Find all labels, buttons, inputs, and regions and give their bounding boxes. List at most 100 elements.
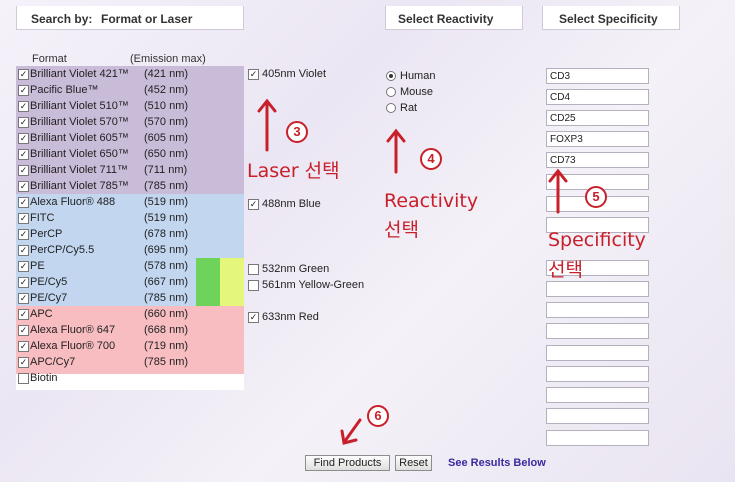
format-checkbox[interactable]: ✓ xyxy=(18,325,29,336)
format-checkbox[interactable]: ✓ xyxy=(18,245,29,256)
format-row[interactable]: ✓ Alexa Fluor® 700 (719 nm) xyxy=(16,338,244,354)
rat-radio[interactable] xyxy=(386,103,396,113)
laser-488-label: 488nm Blue xyxy=(262,198,321,210)
specificity-input[interactable] xyxy=(546,89,649,105)
format-checkbox[interactable]: ✓ xyxy=(18,229,29,240)
format-checkbox[interactable]: ✓ xyxy=(18,149,29,160)
format-emission: (578 nm) xyxy=(144,260,189,272)
format-or-laser-label: Format or Laser xyxy=(101,12,193,26)
format-checkbox[interactable]: ✓ xyxy=(18,101,29,112)
format-checkbox[interactable]: ✓ xyxy=(18,165,29,176)
specificity-input[interactable] xyxy=(546,131,649,147)
specificity-input[interactable] xyxy=(546,110,649,126)
format-row[interactable]: ✓ Pacific Blue™ (452 nm) xyxy=(16,82,244,98)
mouse-label: Mouse xyxy=(400,86,434,98)
format-row[interactable]: ✓ Brilliant Violet 711™ (711 nm) xyxy=(16,162,244,178)
format-emission: (519 nm) xyxy=(144,196,189,208)
format-row[interactable]: ✓ Brilliant Violet 510™ (510 nm) xyxy=(16,98,244,114)
laser-633-label: 633nm Red xyxy=(262,311,319,323)
format-emission: (678 nm) xyxy=(144,228,189,240)
format-row[interactable]: ✓ Brilliant Violet 650™ (650 nm) xyxy=(16,146,244,162)
find-products-button[interactable]: Find Products xyxy=(305,455,390,471)
search-header: Search by: Format or Laser xyxy=(16,6,244,30)
laser-488-checkbox[interactable]: ✓ xyxy=(248,199,259,210)
reactivity-header: Select Reactivity xyxy=(385,6,523,30)
format-name: Brilliant Violet 570™ xyxy=(30,116,129,128)
format-checkbox[interactable] xyxy=(18,373,29,384)
format-row[interactable]: ✓ PE/Cy5 (667 nm) xyxy=(16,274,244,290)
format-row[interactable]: ✓ PE/Cy7 (785 nm) xyxy=(16,290,244,306)
laser-annotation: Laser 선택 xyxy=(247,160,340,182)
format-row[interactable]: ✓ Brilliant Violet 421™ (421 nm) xyxy=(16,66,244,82)
specificity-annotation-line1: Specificity xyxy=(548,229,646,251)
format-checkbox[interactable]: ✓ xyxy=(18,213,29,224)
format-emission: (660 nm) xyxy=(144,308,189,320)
format-emission: (452 nm) xyxy=(144,84,189,96)
human-label: Human xyxy=(400,70,436,82)
format-checkbox[interactable]: ✓ xyxy=(18,341,29,352)
mouse-radio[interactable] xyxy=(386,87,396,97)
format-checkbox[interactable]: ✓ xyxy=(18,85,29,96)
format-emission: (668 nm) xyxy=(144,324,189,336)
format-row[interactable]: ✓ Brilliant Violet 785™ (785 nm) xyxy=(16,178,244,194)
format-emission: (650 nm) xyxy=(144,148,189,160)
format-name: Brilliant Violet 605™ xyxy=(30,132,129,144)
format-emission: (667 nm) xyxy=(144,276,189,288)
specificity-input[interactable] xyxy=(546,281,649,297)
laser-532-checkbox[interactable] xyxy=(248,264,259,275)
format-emission: (510 nm) xyxy=(144,100,189,112)
format-checkbox[interactable]: ✓ xyxy=(18,261,29,272)
specificity-input[interactable] xyxy=(546,387,649,403)
specificity-input[interactable] xyxy=(546,302,649,318)
specificity-header-label: Select Specificity xyxy=(559,12,658,26)
format-name: Brilliant Violet 510™ xyxy=(30,100,129,112)
specificity-input[interactable] xyxy=(546,408,649,424)
emission-column-header: (Emission max) xyxy=(130,53,206,65)
format-checkbox[interactable]: ✓ xyxy=(18,133,29,144)
format-name: PE/Cy5 xyxy=(30,276,68,288)
format-row[interactable]: ✓ Alexa Fluor® 647 (668 nm) xyxy=(16,322,244,338)
specificity-input[interactable] xyxy=(546,68,649,84)
format-checkbox[interactable]: ✓ xyxy=(18,117,29,128)
format-row[interactable]: ✓ Brilliant Violet 605™ (605 nm) xyxy=(16,130,244,146)
see-results-link[interactable]: See Results Below xyxy=(448,457,546,469)
format-name: Alexa Fluor® 488 xyxy=(30,196,116,208)
format-row[interactable]: ✓ APC/Cy7 (785 nm) xyxy=(16,354,244,370)
format-checkbox[interactable]: ✓ xyxy=(18,197,29,208)
specificity-input[interactable] xyxy=(546,152,649,168)
specificity-input[interactable] xyxy=(546,366,649,382)
human-radio[interactable] xyxy=(386,71,396,81)
laser-405-checkbox[interactable]: ✓ xyxy=(248,69,259,80)
format-row[interactable]: ✓ FITC (519 nm) xyxy=(16,210,244,226)
format-row[interactable]: ✓ Brilliant Violet 570™ (570 nm) xyxy=(16,114,244,130)
format-name: Alexa Fluor® 647 xyxy=(30,324,116,336)
format-checkbox[interactable]: ✓ xyxy=(18,69,29,80)
format-emission: (605 nm) xyxy=(144,132,189,144)
laser-561-checkbox[interactable] xyxy=(248,280,259,291)
format-emission: (570 nm) xyxy=(144,116,189,128)
laser-405-label: 405nm Violet xyxy=(262,68,327,80)
format-checkbox[interactable]: ✓ xyxy=(18,357,29,368)
reactivity-annotation-line2: 선택 xyxy=(384,219,419,241)
specificity-input[interactable] xyxy=(546,323,649,339)
arrow-down-find xyxy=(343,418,362,443)
format-row[interactable]: Biotin xyxy=(16,370,244,386)
format-checkbox[interactable]: ✓ xyxy=(18,293,29,304)
format-name: Alexa Fluor® 700 xyxy=(30,340,116,352)
format-checkbox[interactable]: ✓ xyxy=(18,277,29,288)
format-column-header: Format xyxy=(32,53,67,65)
reset-button[interactable]: Reset xyxy=(395,455,432,471)
format-row[interactable]: ✓ PerCP/Cy5.5 (695 nm) xyxy=(16,242,244,258)
format-row[interactable]: ✓ PerCP (678 nm) xyxy=(16,226,244,242)
format-name: PE/Cy7 xyxy=(30,292,68,304)
format-checkbox[interactable]: ✓ xyxy=(18,181,29,192)
format-row[interactable]: ✓ APC (660 nm) xyxy=(16,306,244,322)
format-row[interactable]: ✓ PE (578 nm) xyxy=(16,258,244,274)
laser-633-checkbox[interactable]: ✓ xyxy=(248,312,259,323)
format-name: PerCP xyxy=(30,228,63,240)
format-row[interactable]: ✓ Alexa Fluor® 488 (519 nm) xyxy=(16,194,244,210)
specificity-input[interactable] xyxy=(546,345,649,361)
step-5-badge: 5 xyxy=(585,186,607,208)
specificity-input[interactable] xyxy=(546,430,649,446)
format-checkbox[interactable]: ✓ xyxy=(18,309,29,320)
